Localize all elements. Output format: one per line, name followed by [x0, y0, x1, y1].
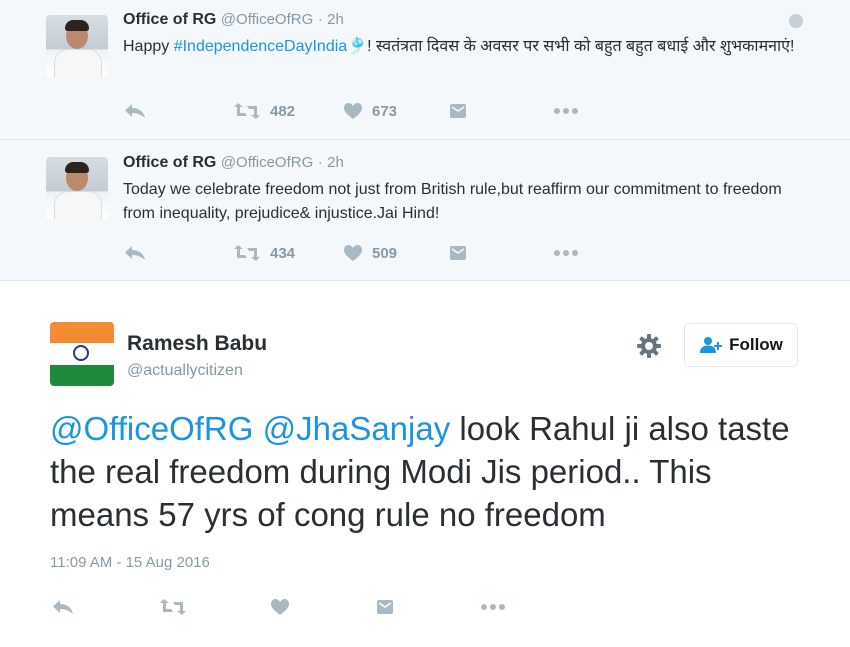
gear-icon[interactable]	[636, 333, 662, 359]
reply-button[interactable]	[124, 241, 146, 265]
dm-button[interactable]	[376, 595, 394, 619]
separator: ·	[317, 11, 323, 28]
dm-button[interactable]	[449, 99, 467, 123]
dm-button[interactable]	[449, 241, 467, 265]
hashtag-link[interactable]: #IndependenceDayIndia	[174, 38, 347, 55]
follow-button[interactable]: Follow	[684, 323, 798, 367]
retweet-icon	[160, 599, 186, 615]
author-handle[interactable]: @actuallycitizen	[127, 362, 243, 380]
more-button[interactable]	[553, 99, 579, 123]
reply-button[interactable]	[124, 99, 146, 123]
like-button[interactable]: 673	[343, 99, 397, 123]
globe-icon	[789, 14, 803, 28]
tweet-header: Office of RG @OfficeOfRG · 2h	[123, 154, 344, 172]
author-name[interactable]: Office of RG	[123, 154, 216, 171]
author-handle[interactable]: @OfficeOfRG	[221, 11, 313, 28]
avatar[interactable]	[46, 157, 108, 219]
like-count: 509	[372, 244, 398, 262]
follow-user-icon	[700, 337, 723, 353]
author-handle[interactable]: @OfficeOfRG	[221, 154, 313, 171]
tweet-actions: 482 673	[0, 99, 850, 123]
like-icon	[271, 599, 289, 615]
tweet-age[interactable]: 2h	[327, 154, 344, 171]
dm-icon	[450, 246, 466, 260]
mention-link[interactable]: @OfficeOfRG	[50, 410, 253, 447]
reply-icon	[125, 246, 145, 260]
like-icon	[344, 245, 362, 261]
more-button[interactable]	[480, 595, 506, 619]
more-icon	[554, 250, 578, 256]
dm-icon	[450, 104, 466, 118]
dm-icon	[377, 600, 393, 614]
tweet-actions	[0, 595, 850, 621]
conversation-thread: Office of RG @OfficeOfRG · 2h Happy #Ind…	[0, 0, 850, 281]
text-prefix: Happy	[123, 38, 174, 55]
tweet-text: Today we celebrate freedom not just from…	[123, 181, 782, 222]
tweet-text: Happy #IndependenceDayIndia🎐! स्वतंत्रता…	[123, 35, 803, 59]
reply-icon	[125, 104, 145, 118]
retweet-count: 482	[270, 102, 296, 120]
retweet-button[interactable]	[159, 595, 187, 619]
avatar[interactable]	[50, 322, 114, 386]
tweet-timestamp[interactable]: 11:09 AM - 15 Aug 2016	[50, 554, 210, 571]
more-button[interactable]	[553, 241, 579, 265]
reply-button[interactable]	[52, 595, 74, 619]
text-suffix: ! स्वतंत्रता दिवस के अवसर पर सभी को बहुत…	[367, 38, 795, 55]
more-icon	[554, 108, 578, 114]
retweet-button[interactable]: 434	[233, 241, 295, 265]
separator: ·	[317, 154, 323, 171]
author-name[interactable]: Office of RG	[123, 11, 216, 28]
tweet-header: Office of RG @OfficeOfRG · 2h	[123, 11, 344, 29]
retweet-icon	[234, 245, 260, 261]
emoji: 🎐	[347, 38, 368, 55]
author-name[interactable]: Ramesh Babu	[127, 332, 267, 356]
reply-icon	[53, 600, 73, 614]
mention-link[interactable]: @JhaSanjay	[263, 410, 451, 447]
thread-tweet-1[interactable]: Office of RG @OfficeOfRG · 2h Happy #Ind…	[0, 0, 850, 140]
like-button[interactable]: 509	[343, 241, 397, 265]
tweet-actions: 434 509	[0, 241, 850, 265]
like-icon	[344, 103, 362, 119]
more-icon	[481, 604, 505, 610]
avatar[interactable]	[46, 15, 108, 77]
tweet-age[interactable]: 2h	[327, 11, 344, 28]
retweet-icon	[234, 103, 260, 119]
retweet-button[interactable]: 482	[233, 99, 295, 123]
follow-label: Follow	[729, 335, 783, 354]
like-count: 673	[372, 102, 398, 120]
tweet-text: @OfficeOfRG @JhaSanjay look Rahul ji als…	[50, 407, 810, 536]
retweet-count: 434	[270, 244, 296, 262]
like-button[interactable]	[270, 595, 290, 619]
